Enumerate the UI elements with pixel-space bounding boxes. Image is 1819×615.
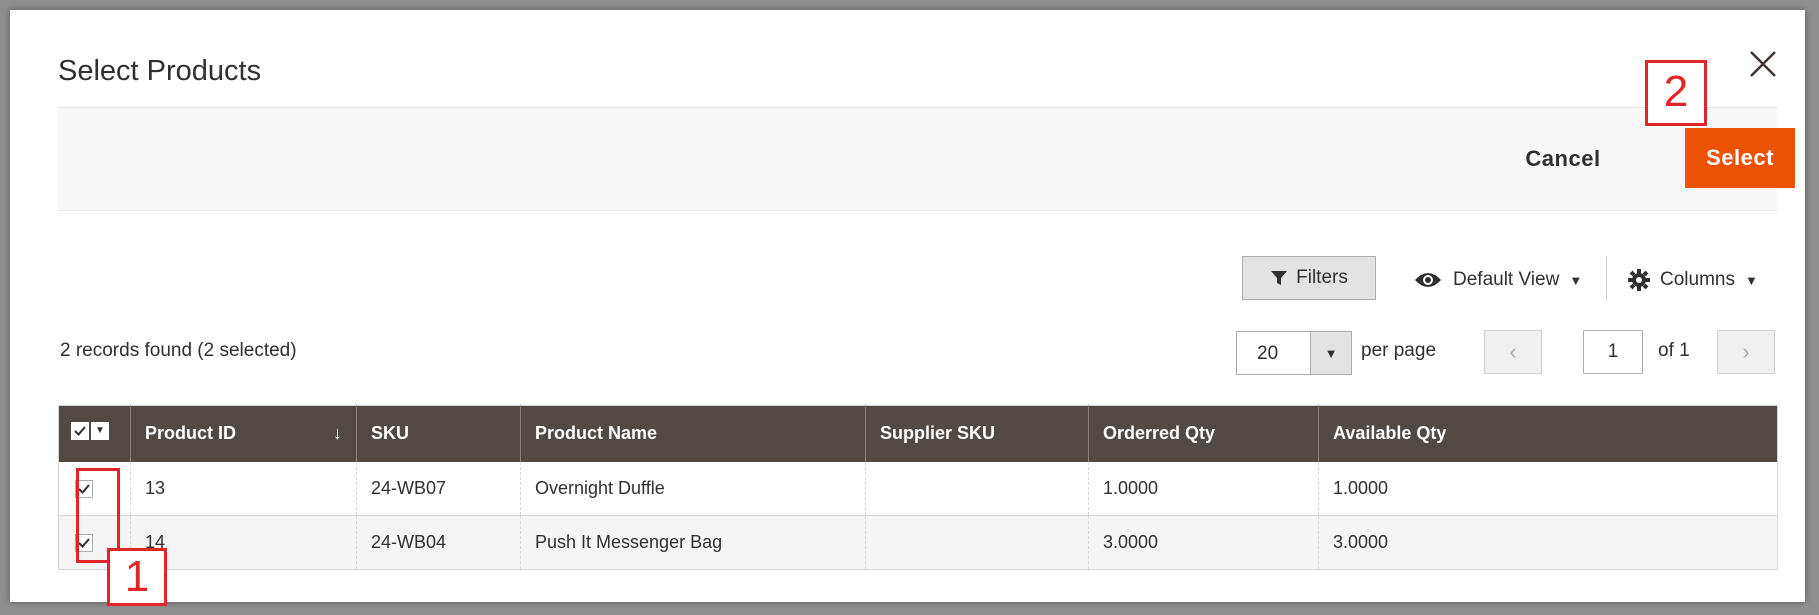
eye-icon [1415, 273, 1441, 287]
next-page-button[interactable]: › [1717, 330, 1775, 374]
previous-page-button[interactable]: ‹ [1484, 330, 1542, 374]
column-header-available-qty[interactable]: Available Qty [1318, 405, 1778, 462]
filters-label: Filters [1296, 267, 1348, 288]
cell-product-name: Overnight Duffle [520, 461, 866, 516]
cell-available-qty: 1.0000 [1318, 461, 1778, 516]
modal-toolbar: Cancel Select [58, 107, 1795, 211]
close-icon[interactable] [1747, 48, 1779, 80]
cell-product-id: 13 [130, 461, 357, 516]
modal-title: Select Products [58, 55, 262, 87]
chevron-down-icon[interactable]: ▼ [1310, 332, 1351, 374]
column-header-sku[interactable]: SKU [356, 405, 521, 462]
columns-dropdown[interactable]: Columns ▼ [1628, 265, 1758, 295]
select-button[interactable]: Select [1685, 128, 1795, 188]
annotation-step-2: 2 [1645, 60, 1707, 126]
cell-ordered-qty: 3.0000 [1088, 515, 1319, 570]
cell-sku: 24-WB04 [356, 515, 521, 570]
page-number-input[interactable] [1583, 330, 1643, 374]
cancel-button[interactable]: Cancel [1508, 134, 1618, 184]
cell-available-qty: 3.0000 [1318, 515, 1778, 570]
chevron-down-icon[interactable]: ▼ [91, 422, 109, 441]
checkmark-icon [74, 426, 86, 437]
funnel-icon [1271, 271, 1288, 285]
annotation-step-1: 1 [107, 548, 167, 606]
default-view-dropdown[interactable]: Default View ▼ [1413, 265, 1582, 295]
page-total-label: of 1 [1658, 340, 1690, 361]
divider [1606, 256, 1607, 300]
select-products-modal: Select Products Cancel Select Filters De… [10, 10, 1805, 606]
cell-sku: 24-WB07 [356, 461, 521, 516]
table-row[interactable]: 13 24-WB07 Overnight Duffle 1.0000 1.000… [58, 461, 1778, 516]
column-header-product-id[interactable]: Product ID ↓ [130, 405, 357, 462]
per-page-select[interactable]: 20 ▼ [1236, 331, 1352, 375]
products-table: ▼ Product ID ↓ SKU Product Name Supplier… [58, 405, 1778, 570]
table-row[interactable]: 14 24-WB04 Push It Messenger Bag 3.0000 … [58, 515, 1778, 570]
view-label: Default View [1453, 269, 1560, 290]
cell-product-name: Push It Messenger Bag [520, 515, 866, 570]
mass-action-header[interactable]: ▼ [58, 405, 131, 462]
sort-down-icon: ↓ [333, 423, 342, 444]
cell-supplier-sku [865, 461, 1089, 516]
select-all-checkbox[interactable] [71, 422, 89, 441]
per-page-value: 20 [1257, 343, 1279, 364]
columns-label: Columns [1660, 269, 1735, 290]
per-page-label: per page [1361, 340, 1437, 361]
chevron-left-icon: ‹ [1509, 339, 1517, 364]
chevron-right-icon: › [1742, 339, 1750, 364]
column-header-product-name[interactable]: Product Name [520, 405, 866, 462]
filters-button[interactable]: Filters [1242, 256, 1376, 300]
column-header-supplier-sku[interactable]: Supplier SKU [865, 405, 1089, 462]
gear-icon [1628, 269, 1650, 291]
records-count: 2 records found (2 selected) [60, 340, 297, 361]
table-header-row: ▼ Product ID ↓ SKU Product Name Supplier… [58, 405, 1778, 462]
cell-supplier-sku [865, 515, 1089, 570]
cell-ordered-qty: 1.0000 [1088, 461, 1319, 516]
chevron-down-icon: ▼ [1569, 272, 1583, 288]
column-header-ordered-qty[interactable]: Orderred Qty [1088, 405, 1319, 462]
chevron-down-icon: ▼ [1744, 272, 1758, 288]
